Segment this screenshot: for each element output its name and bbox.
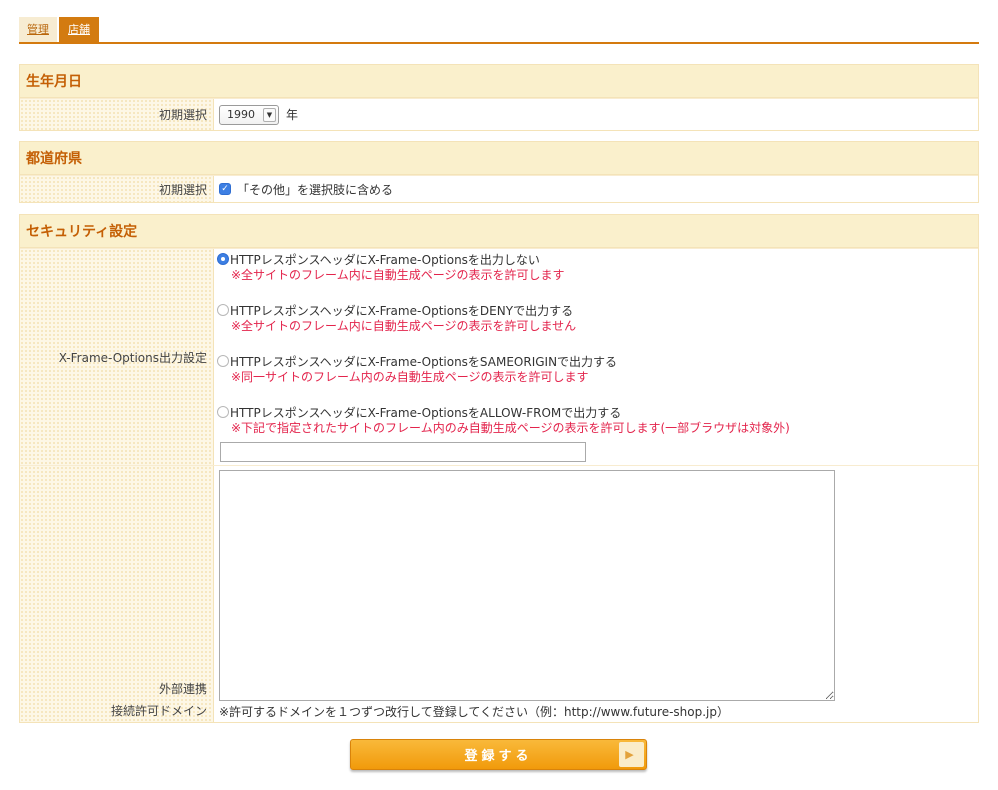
xfo-option-none[interactable]: HTTPレスポンスヘッダにX-Frame-Optionsを出力しない ※全サイト… <box>217 251 564 284</box>
xfo-option-sameorigin-label: HTTPレスポンスヘッダにX-Frame-OptionsをSAMEORIGINで… <box>230 354 618 369</box>
radio-deny[interactable] <box>217 304 229 316</box>
tab-management[interactable]: 管理 <box>19 17 57 42</box>
chevron-down-icon: ▼ <box>263 107 276 122</box>
xfo-option-none-label: HTTPレスポンスヘッダにX-Frame-Optionsを出力しない <box>230 252 540 267</box>
year-suffix: 年 <box>286 108 299 122</box>
security-heading: セキュリティ設定 <box>20 215 978 248</box>
birthdate-initial-label-text: 初期選択 <box>158 108 207 122</box>
arrow-right-icon: ▶ <box>619 742 644 767</box>
xfo-label: X-Frame-Options出力設定 <box>20 249 214 465</box>
domains-hint: ※許可するドメインを１つずつ改行して登録してください（例：http://www.… <box>219 705 730 719</box>
include-other-checkbox[interactable]: ✓ <box>219 183 231 195</box>
xfo-option-allowfrom[interactable]: HTTPレスポンスヘッダにX-Frame-OptionsをALLOW-FROMで… <box>217 404 790 437</box>
xfo-option-none-note: ※全サイトのフレーム内に自動生成ページの表示を許可します <box>231 268 565 282</box>
external-domain-label: 外部連携 接続許可ドメイン <box>20 466 214 722</box>
xfo-option-deny-label: HTTPレスポンスヘッダにX-Frame-OptionsをDENYで出力する <box>230 303 574 318</box>
xfo-option-deny-note: ※全サイトのフレーム内に自動生成ページの表示を許可しません <box>231 319 577 333</box>
radio-allowfrom[interactable] <box>217 406 229 418</box>
xfo-radio-group: HTTPレスポンスヘッダにX-Frame-Optionsを出力しない ※全サイト… <box>217 249 917 466</box>
tab-bar: 管理 店舗 <box>19 17 979 44</box>
allowed-domains-textarea[interactable] <box>219 470 835 701</box>
xfo-option-allowfrom-note: ※下記で指定されたサイトのフレーム内のみ自動生成ページの表示を許可します(一部ブ… <box>231 421 790 435</box>
birthdate-section: 生年月日 初期選択 1990 ▼ 年 <box>19 64 979 131</box>
birthdate-heading: 生年月日 <box>20 65 978 98</box>
allow-from-input[interactable] <box>220 442 586 462</box>
xfo-option-allowfrom-label: HTTPレスポンスヘッダにX-Frame-OptionsをALLOW-FROMで… <box>230 405 622 420</box>
security-section: セキュリティ設定 X-Frame-Options出力設定 HTTPレスポンスヘッ… <box>19 214 979 723</box>
tab-store[interactable]: 店舗 <box>59 17 99 42</box>
external-label-line1: 外部連携 <box>158 682 207 696</box>
register-button-label: 登録する <box>464 749 533 764</box>
xfo-option-deny[interactable]: HTTPレスポンスヘッダにX-Frame-OptionsをDENYで出力する ※… <box>217 302 576 335</box>
birth-year-select[interactable]: 1990 ▼ <box>219 104 279 125</box>
prefecture-initial-label: 初期選択 <box>20 176 214 202</box>
xfo-label-text: X-Frame-Options出力設定 <box>58 350 207 365</box>
prefecture-section: 都道府県 初期選択 ✓ 「その他」を選択肢に含める <box>19 141 979 203</box>
radio-sameorigin[interactable] <box>217 355 229 367</box>
prefecture-heading: 都道府県 <box>20 142 978 175</box>
prefecture-initial-label-text: 初期選択 <box>158 182 207 197</box>
xfo-option-sameorigin-note: ※同一サイトのフレーム内のみ自動生成ページの表示を許可します <box>231 370 589 384</box>
birthdate-initial-label: 初期選択 <box>20 99 214 130</box>
external-label-line2: 接続許可ドメイン <box>110 704 207 718</box>
include-other-label: 「その他」を選択肢に含める <box>237 182 394 197</box>
xfo-option-sameorigin[interactable]: HTTPレスポンスヘッダにX-Frame-OptionsをSAMEORIGINで… <box>217 353 617 386</box>
birth-year-value: 1990 <box>227 108 255 121</box>
radio-none[interactable] <box>217 253 229 265</box>
register-button[interactable]: 登録する ▶ <box>350 739 647 770</box>
